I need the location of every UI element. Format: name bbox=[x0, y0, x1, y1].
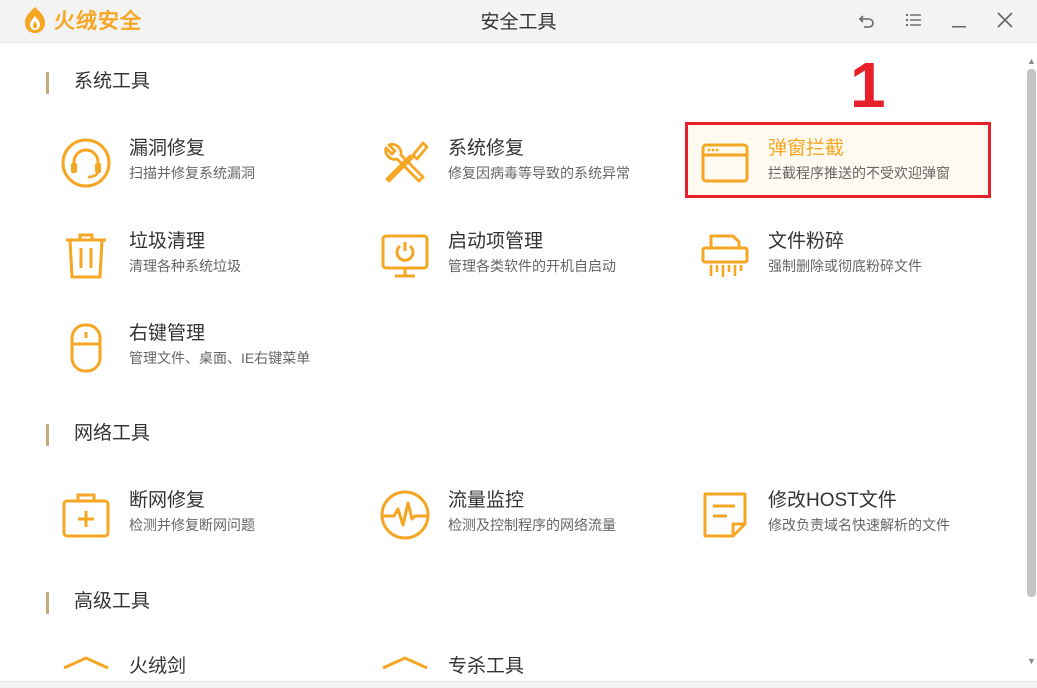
tool-name: 漏洞修复 bbox=[129, 138, 206, 159]
headset-icon bbox=[60, 137, 112, 189]
close-button[interactable] bbox=[990, 6, 1020, 34]
tool-vuln-fix[interactable]: 漏洞修复 扫描并修复系统漏洞 bbox=[60, 133, 360, 207]
sword-shield-icon bbox=[60, 656, 112, 681]
tool-name: 修改HOST文件 bbox=[768, 490, 897, 511]
tool-name: 启动项管理 bbox=[448, 231, 544, 252]
tool-special-kill[interactable]: 专杀工具 bbox=[379, 652, 679, 681]
close-icon bbox=[997, 12, 1013, 28]
minimize-button[interactable] bbox=[944, 6, 974, 34]
back-button[interactable] bbox=[852, 6, 882, 34]
tool-desc: 修复因病毒等导致的系统异常 bbox=[448, 165, 630, 181]
tool-system-fix[interactable]: 系统修复 修复因病毒等导致的系统异常 bbox=[379, 133, 679, 207]
tool-host-edit[interactable]: 修改HOST文件 修改负责域名快速解析的文件 bbox=[699, 485, 999, 559]
shield-icon bbox=[379, 656, 431, 681]
section-title-advanced: 高级工具 bbox=[46, 590, 150, 614]
tool-name: 文件粉碎 bbox=[768, 231, 845, 252]
tool-desc: 扫描并修复系统漏洞 bbox=[129, 165, 255, 181]
document-icon bbox=[699, 489, 751, 541]
window-icon bbox=[699, 137, 751, 189]
tool-name: 右键管理 bbox=[129, 323, 206, 344]
tool-desc: 管理各类软件的开机自启动 bbox=[448, 258, 616, 274]
scrollbar[interactable]: ▲ ▼ bbox=[1026, 55, 1037, 667]
pulse-icon bbox=[379, 489, 431, 541]
brand-name: 火绒安全 bbox=[54, 10, 142, 33]
tool-file-shred[interactable]: 文件粉碎 强制删除或彻底粉碎文件 bbox=[699, 226, 999, 300]
title-bar: 火绒安全 安全工具 bbox=[0, 0, 1037, 43]
tool-name: 断网修复 bbox=[129, 490, 206, 511]
tool-name: 火绒剑 bbox=[129, 656, 187, 677]
tool-desc: 拦截程序推送的不受欢迎弹窗 bbox=[768, 165, 950, 181]
trash-icon bbox=[60, 230, 112, 282]
app-logo: 火绒安全 bbox=[22, 5, 142, 35]
tool-traffic-monitor[interactable]: 流量监控 检测及控制程序的网络流量 bbox=[379, 485, 679, 559]
tool-desc: 检测及控制程序的网络流量 bbox=[448, 517, 616, 533]
flame-icon bbox=[25, 7, 45, 33]
menu-icon bbox=[906, 14, 921, 26]
annotation-number: 1 bbox=[850, 49, 886, 121]
tool-desc: 修改负责域名快速解析的文件 bbox=[768, 517, 950, 533]
tool-huorong-sword[interactable]: 火绒剑 bbox=[60, 652, 360, 681]
tool-name: 弹窗拦截 bbox=[768, 138, 845, 159]
section-title-system: 系统工具 bbox=[46, 70, 150, 94]
first-aid-icon bbox=[60, 489, 112, 541]
tool-name: 流量监控 bbox=[448, 490, 525, 511]
tool-startup-manager[interactable]: 启动项管理 管理各类软件的开机自启动 bbox=[379, 226, 679, 300]
tool-desc: 清理各种系统垃圾 bbox=[129, 258, 241, 274]
tool-name: 垃圾清理 bbox=[129, 231, 206, 252]
tool-desc: 强制删除或彻底粉碎文件 bbox=[768, 258, 922, 274]
tool-name: 系统修复 bbox=[448, 138, 525, 159]
scroll-down-icon[interactable]: ▼ bbox=[1027, 655, 1036, 667]
shredder-icon bbox=[699, 230, 751, 282]
minimize-icon bbox=[952, 26, 966, 28]
menu-button[interactable] bbox=[898, 6, 928, 34]
section-title-network: 网络工具 bbox=[46, 422, 150, 446]
tool-desc: 管理文件、桌面、IE右键菜单 bbox=[129, 350, 311, 366]
back-icon bbox=[858, 15, 874, 28]
tool-network-fix[interactable]: 断网修复 检测并修复断网问题 bbox=[60, 485, 360, 559]
tool-context-menu[interactable]: 右键管理 管理文件、桌面、IE右键菜单 bbox=[60, 318, 360, 392]
wrench-screwdriver-icon bbox=[379, 137, 431, 189]
tool-desc: 检测并修复断网问题 bbox=[129, 517, 255, 533]
mouse-icon bbox=[60, 322, 112, 374]
tool-name: 专杀工具 bbox=[448, 656, 525, 677]
scroll-thumb[interactable] bbox=[1027, 69, 1036, 597]
tool-popup-block[interactable]: 弹窗拦截 拦截程序推送的不受欢迎弹窗 bbox=[699, 133, 999, 207]
monitor-power-icon bbox=[379, 230, 431, 282]
scroll-up-icon[interactable]: ▲ bbox=[1027, 55, 1036, 67]
tool-junk-clean[interactable]: 垃圾清理 清理各种系统垃圾 bbox=[60, 226, 360, 300]
